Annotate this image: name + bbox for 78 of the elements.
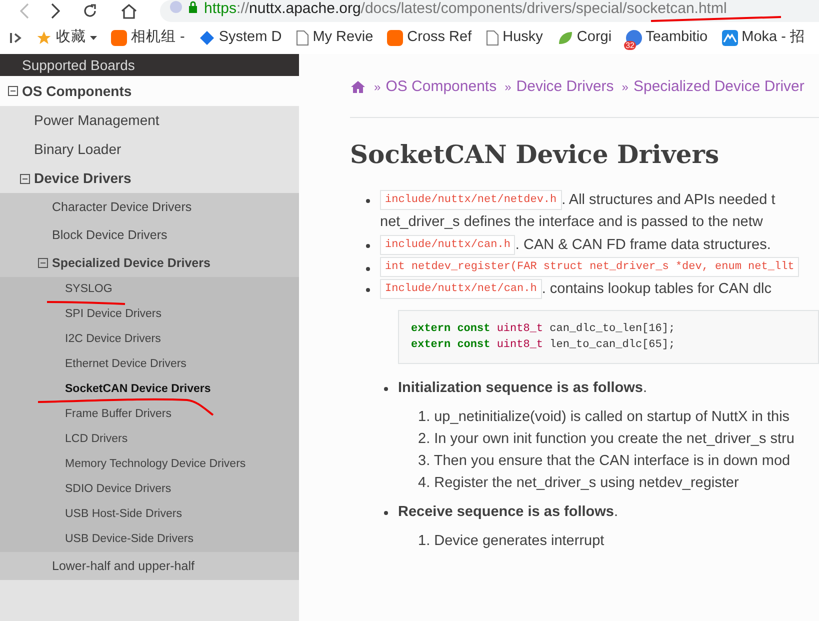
bookmark-item[interactable]: Cross Ref [387,27,472,49]
breadcrumb-link[interactable]: OS Components [386,76,497,98]
breadcrumb-link[interactable]: Device Drivers [516,76,614,98]
breadcrumb-separator: » [374,79,381,96]
sidebar-item[interactable]: SocketCAN Device Drivers [0,377,299,402]
home-icon[interactable] [120,3,138,19]
section-heading: Initialization sequence is as follows. [398,379,648,398]
sidebar-item[interactable]: USB Device-Side Drivers [0,527,299,552]
bullet-icon [366,244,370,248]
bullet-text: . All structures and APIs needed t [562,191,776,210]
step-text: 2. In your own init function you create the net_driver_s stru [418,430,796,449]
sidebar-item[interactable]: Supported Boards [0,54,299,76]
inline-code: int netdev_register(FAR struct net_driver_s *dev, enum net_llt [380,257,800,277]
bookmark-item[interactable]: My Revie [296,27,374,49]
step-text: 4. Register the net_driver_s using netdev_register [418,474,740,493]
home-icon[interactable] [350,80,366,94]
page-icon [486,30,499,46]
url-text: https://nuttx.apache.org/docs/latest/components/drivers/special/socketcan.html [204,1,727,16]
bullet-text: . contains lookup tables for CAN dlc [542,280,772,299]
star-icon [36,30,52,46]
sidebar-item[interactable]: Lower-half and upper-half [0,552,299,580]
collapse-icon[interactable] [38,258,48,268]
bookmark-item[interactable]: Moka - 招 [722,27,805,49]
mountain-icon [722,30,738,46]
breadcrumb-link[interactable]: Specialized Device Driver [633,76,804,98]
apps-icon[interactable] [10,32,22,44]
sidebar-item[interactable]: Block Device Drivers [0,221,299,249]
bullet-icon [384,387,388,391]
forward-icon[interactable] [51,3,60,19]
sidebar-item[interactable]: SDIO Device Drivers [0,477,299,502]
sidebar-item[interactable]: I2C Device Drivers [0,327,299,352]
info-icon [170,1,182,13]
bookmark-item[interactable]: Husky [486,27,543,49]
bookmark-item[interactable]: 收藏 [36,27,97,49]
sidebar-item[interactable]: SYSLOG [0,277,299,302]
sidebar-item[interactable]: OS Components [0,76,299,106]
collapse-icon[interactable] [8,86,18,96]
bullet-text: . CAN & CAN FD frame data structures. [515,236,771,255]
mi-logo-icon [387,30,404,46]
sidebar-item[interactable]: Specialized Device Drivers [0,249,299,277]
bullet-icon [384,510,388,515]
reload-icon[interactable] [82,3,98,19]
bookmark-item[interactable]: System D [198,27,282,49]
bookmark-item[interactable]: 32 Teambitio [626,27,708,49]
sidebar-item[interactable]: LCD Drivers [0,427,299,452]
breadcrumb-separator: » [622,79,628,96]
lock-icon [188,1,198,13]
sidebar-item[interactable]: Ethernet Device Drivers [0,352,299,377]
caret-icon [90,36,97,40]
sidebar-item[interactable]: Frame Buffer Drivers [0,402,299,427]
code-line: extern const uint8_t len_to_can_dlc[65]; [411,338,676,353]
sidebar-item[interactable]: SPI Device Drivers [0,302,299,327]
step-text: 3. Then you ensure that the CAN interface is in down mod [418,452,792,471]
address-bar[interactable]: https://nuttx.apache.org/docs/latest/components/drivers/special/socketcan.html [160,0,819,22]
bullet-icon [366,288,370,292]
bullet-text: net_driver_s defines the interface and is passed to the netw [380,213,764,232]
collapse-icon[interactable] [20,174,30,184]
diamond-icon [198,30,215,46]
leaf-icon [556,30,573,46]
page-title: SocketCAN Device Drivers [350,138,720,170]
bookmark-item[interactable]: 相机组 - [111,27,185,49]
sidebar-item[interactable]: Memory Technology Device Drivers [0,452,299,477]
notification-count: 32 [624,41,636,50]
inline-code: include/nuttx/net/netdev.h [380,190,562,210]
sidebar-item[interactable]: Character Device Drivers [0,193,299,221]
step-text: 1. up_netinitialize(void) is called on startup of NuttX in this [418,408,791,427]
code-line: extern const uint8_t can_dlc_to_len[16]; [411,322,676,337]
section-heading: Receive sequence is as follows. [398,502,620,522]
page-icon [296,30,309,46]
bullet-icon [366,267,370,271]
breadcrumb-separator: » [504,79,512,96]
step-text: 1. Device generates interrupt [418,532,606,550]
bookmark-item[interactable]: Corgi [556,27,612,49]
sidebar-item[interactable]: USB Host-Side Drivers [0,502,299,527]
mi-logo-icon [111,30,127,46]
inline-code: Include/nuttx/net/can.h [380,279,542,299]
inline-code: include/nuttx/can.h [380,235,516,255]
bullet-icon [366,199,370,203]
